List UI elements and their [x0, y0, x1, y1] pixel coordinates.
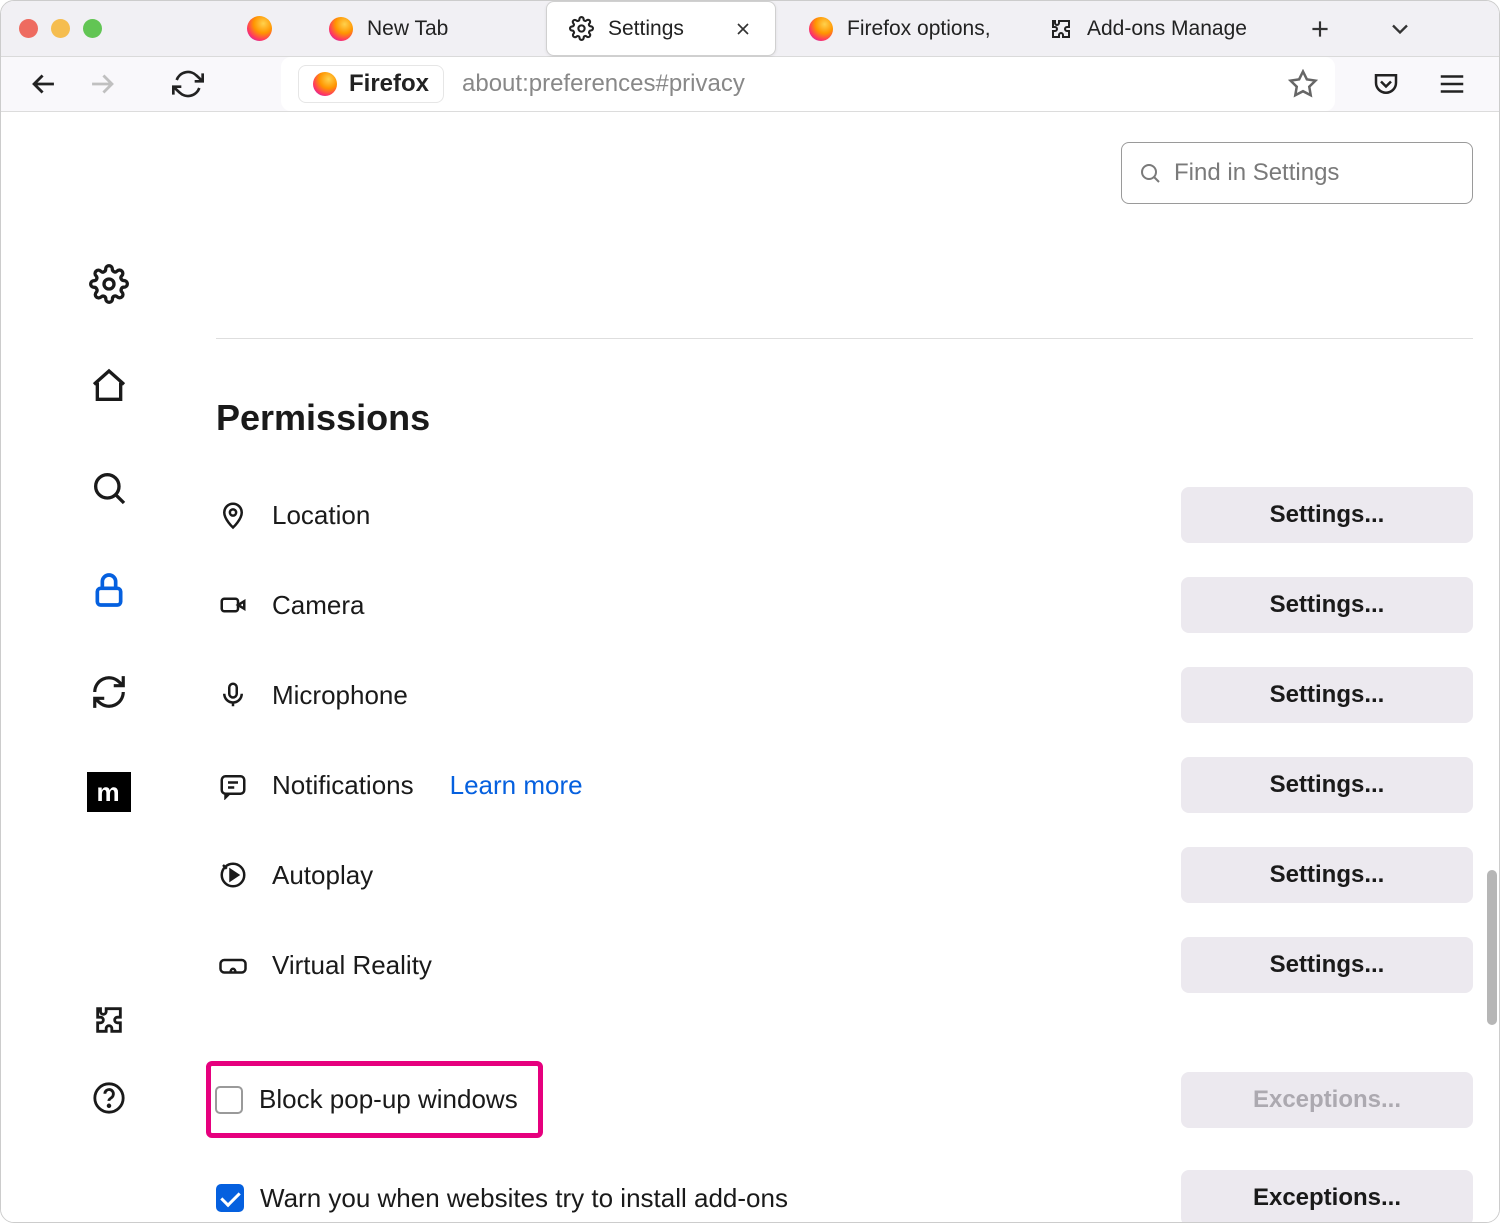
notifications-icon: [216, 768, 250, 802]
firefox-icon: [247, 16, 272, 41]
maximize-window-button[interactable]: [83, 19, 102, 38]
autoplay-settings-button[interactable]: Settings...: [1181, 847, 1473, 903]
settings-sidebar: m: [1, 112, 216, 1223]
notifications-settings-button[interactable]: Settings...: [1181, 757, 1473, 813]
url-bar[interactable]: Firefox about:preferences#privacy: [281, 57, 1335, 111]
sidebar-home-icon[interactable]: [87, 364, 131, 408]
permission-row-vr: Virtual Reality Settings...: [216, 937, 1473, 993]
permissions-heading: Permissions: [216, 397, 1473, 439]
gear-icon: [569, 16, 594, 41]
firefox-icon: [808, 16, 833, 41]
find-in-settings-input[interactable]: Find in Settings: [1121, 142, 1473, 204]
bookmark-star-icon[interactable]: [1288, 69, 1318, 99]
block-popups-label: Block pop-up windows: [259, 1084, 518, 1115]
tab-addons-manager[interactable]: Add-ons Manage: [1026, 1, 1269, 56]
forward-button[interactable]: [83, 65, 121, 103]
autoplay-icon: [216, 858, 250, 892]
sidebar-search-icon[interactable]: [87, 466, 131, 510]
permission-label: Microphone: [272, 680, 408, 711]
permission-label: Virtual Reality: [272, 950, 432, 981]
toolbar: Firefox about:preferences#privacy: [1, 57, 1499, 112]
permission-row-camera: Camera Settings...: [216, 577, 1473, 633]
sidebar-general-icon[interactable]: [87, 262, 131, 306]
sidebar-help-icon[interactable]: [91, 1080, 127, 1116]
permission-label: Notifications: [272, 770, 414, 801]
back-button[interactable]: [25, 65, 63, 103]
sidebar-privacy-icon[interactable]: [87, 568, 131, 612]
tab-bar: New Tab Settings Firefox options, Add-: [1, 1, 1499, 57]
camera-icon: [216, 588, 250, 622]
permission-label: Location: [272, 500, 370, 531]
camera-settings-button[interactable]: Settings...: [1181, 577, 1473, 633]
settings-main: Find in Settings Permissions Location Se…: [216, 112, 1499, 1223]
sidebar-mozilla-icon[interactable]: m: [87, 772, 131, 812]
permission-row-notifications: Notifications Learn more Settings...: [216, 757, 1473, 813]
section-divider: [216, 338, 1473, 339]
tab-settings[interactable]: Settings: [546, 1, 776, 56]
sidebar-extensions-icon[interactable]: [91, 1002, 127, 1038]
window-traffic-lights: [19, 19, 102, 38]
sidebar-sync-icon[interactable]: [87, 670, 131, 714]
permission-row-microphone: Microphone Settings...: [216, 667, 1473, 723]
warn-addons-checkbox[interactable]: [216, 1184, 244, 1212]
microphone-icon: [216, 678, 250, 712]
vertical-scrollbar[interactable]: [1487, 870, 1497, 1025]
close-window-button[interactable]: [19, 19, 38, 38]
microphone-settings-button[interactable]: Settings...: [1181, 667, 1473, 723]
vr-icon: [216, 948, 250, 982]
tab-label: Add-ons Manage: [1087, 17, 1247, 41]
permission-row-location: Location Settings...: [216, 487, 1473, 543]
notifications-learn-more-link[interactable]: Learn more: [450, 770, 583, 801]
warn-addons-row: Warn you when websites try to install ad…: [216, 1170, 1473, 1223]
warn-addons-label: Warn you when websites try to install ad…: [260, 1183, 788, 1214]
settings-content: m Find in Settings Permissions: [1, 112, 1499, 1223]
permission-row-autoplay: Autoplay Settings...: [216, 847, 1473, 903]
block-popups-highlight: Block pop-up windows: [206, 1061, 543, 1138]
tab-label: Firefox options,: [847, 17, 994, 41]
application-menu-button[interactable]: [1437, 69, 1467, 99]
url-text: about:preferences#privacy: [462, 70, 1288, 98]
permission-label: Autoplay: [272, 860, 373, 891]
minimize-window-button[interactable]: [51, 19, 70, 38]
tab-label: Settings: [608, 17, 719, 41]
new-tab-button[interactable]: [1305, 14, 1335, 44]
pocket-icon[interactable]: [1371, 69, 1401, 99]
reload-button[interactable]: [169, 65, 207, 103]
search-placeholder: Find in Settings: [1174, 159, 1339, 187]
tab-firefox-options[interactable]: Firefox options,: [786, 1, 1016, 56]
permission-label: Camera: [272, 590, 364, 621]
puzzle-icon: [1048, 16, 1073, 41]
warn-addons-exceptions-button[interactable]: Exceptions...: [1181, 1170, 1473, 1223]
tab-new-tab[interactable]: New Tab: [306, 1, 536, 56]
close-tab-icon[interactable]: [733, 19, 753, 39]
vr-settings-button[interactable]: Settings...: [1181, 937, 1473, 993]
permissions-list: Location Settings... Camera Settings... …: [216, 487, 1473, 993]
firefox-icon: [328, 16, 353, 41]
block-popups-exceptions-button[interactable]: Exceptions...: [1181, 1072, 1473, 1128]
block-popups-row: Block pop-up windows Exceptions...: [216, 1061, 1473, 1138]
location-icon: [216, 498, 250, 532]
list-all-tabs-button[interactable]: [1385, 14, 1415, 44]
tab-label: New Tab: [367, 17, 514, 41]
firefox-icon: [313, 72, 337, 96]
search-icon: [1138, 161, 1162, 185]
tabs-container: New Tab Settings Firefox options, Add-: [306, 1, 1279, 56]
identity-label: Firefox: [349, 70, 429, 98]
block-popups-checkbox[interactable]: [215, 1086, 243, 1114]
location-settings-button[interactable]: Settings...: [1181, 487, 1473, 543]
site-identity[interactable]: Firefox: [298, 65, 444, 103]
